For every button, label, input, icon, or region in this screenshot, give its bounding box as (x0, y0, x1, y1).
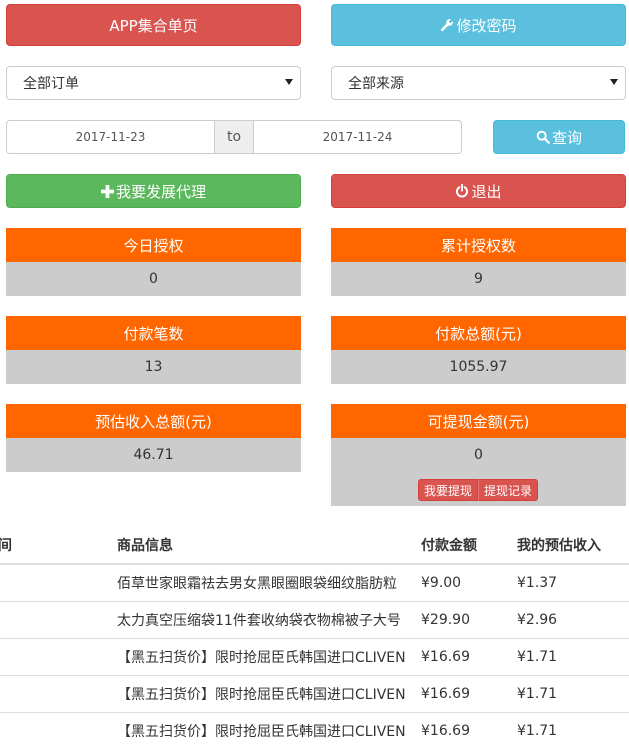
cell-income: ¥1.37 (509, 563, 629, 601)
withdraw-records-button[interactable]: 提现记录 (478, 479, 539, 501)
stat-label: 付款笔数 (6, 316, 301, 350)
stat-pay-count: 付款笔数 13 (6, 316, 301, 384)
cell-income: ¥2.96 (509, 600, 629, 638)
date-to-input[interactable]: 2017-11-24 (253, 120, 462, 154)
col-goods-header: 商品信息 (111, 526, 413, 565)
cell-time (0, 563, 111, 601)
source-filter-value: 全部来源 (348, 76, 404, 92)
date-from-input[interactable]: 2017-11-23 (6, 120, 215, 154)
stat-label: 累计授权数 (331, 228, 626, 262)
order-filter-value: 全部订单 (23, 76, 79, 92)
col-pay-header: 付款金额 (413, 526, 509, 565)
app-pages-label: APP集合单页 (109, 16, 198, 35)
cell-pay: ¥9.00 (413, 563, 509, 601)
col-time-header: 时间 (0, 526, 111, 565)
table-header-row: 时间 商品信息 付款金额 我的预估收入 (0, 526, 629, 565)
cell-time (0, 600, 111, 638)
logout-button[interactable]: 退出 (331, 174, 626, 208)
order-filter-select[interactable]: 全部订单 (6, 66, 301, 100)
cell-goods: 【黑五扫货价】限时抢屈臣氏韩国进口CLIVEN (111, 674, 413, 712)
app-pages-button[interactable]: APP集合单页 (6, 4, 301, 46)
stat-value: 13 (6, 350, 301, 384)
change-password-label: 修改密码 (456, 16, 517, 35)
stat-value: 1055.97 (331, 350, 626, 384)
stat-label: 可提现金额(元) (331, 404, 626, 438)
source-filter-select[interactable]: 全部来源 (331, 66, 626, 100)
cell-time (0, 711, 111, 747)
cell-goods: 佰草世家眼霜祛去男女黑眼圈眼袋细纹脂肪粒 (111, 563, 413, 601)
stat-value: 0 (6, 262, 301, 296)
date-range-separator: to (215, 120, 253, 154)
col-income-header: 我的预估收入 (509, 526, 629, 565)
table-row: 太力真空压缩袋11件套收纳袋衣物棉被子大号 ¥29.90 ¥2.96 (0, 600, 629, 638)
stat-value: 9 (331, 262, 626, 296)
stat-label: 今日授权 (6, 228, 301, 262)
change-password-button[interactable]: 修改密码 (331, 4, 626, 46)
table-row: 【黑五扫货价】限时抢屈臣氏韩国进口CLIVEN ¥16.69 ¥1.71 (0, 637, 629, 675)
stat-est-income: 预估收入总额(元) 46.71 (6, 404, 301, 472)
orders-table: 时间 商品信息 付款金额 我的预估收入 佰草世家眼霜祛去男女黑眼圈眼袋细纹脂肪粒… (0, 526, 629, 747)
cell-pay: ¥16.69 (413, 674, 509, 712)
cell-goods: 【黑五扫货价】限时抢屈臣氏韩国进口CLIVEN (111, 637, 413, 675)
table-row: 【黑五扫货价】限时抢屈臣氏韩国进口CLIVEN ¥16.69 ¥1.71 (0, 674, 629, 712)
date-from-value: 2017-11-23 (75, 130, 146, 144)
cell-pay: ¥16.69 (413, 637, 509, 675)
cell-time (0, 674, 111, 712)
stat-value: 46.71 (6, 438, 301, 472)
stat-pay-total: 付款总额(元) 1055.97 (331, 316, 626, 384)
cell-goods: 【黑五扫货价】限时抢屈臣氏韩国进口CLIVEN (111, 711, 413, 747)
search-label: 查询 (551, 128, 582, 147)
cell-income: ¥1.71 (509, 674, 629, 712)
stat-today-auth: 今日授权 0 (6, 228, 301, 296)
date-range: 2017-11-23 to 2017-11-24 (6, 120, 462, 154)
withdraw-button[interactable]: 我要提现 (418, 479, 479, 501)
logout-label: 退出 (471, 182, 502, 201)
cell-income: ¥1.71 (509, 637, 629, 675)
stat-label: 预估收入总额(元) (6, 404, 301, 438)
cell-pay: ¥29.90 (413, 600, 509, 638)
cell-pay: ¥16.69 (413, 711, 509, 747)
stat-total-auth: 累计授权数 9 (331, 228, 626, 296)
table-row: 佰草世家眼霜祛去男女黑眼圈眼袋细纹脂肪粒 ¥9.00 ¥1.37 (0, 563, 629, 601)
caret-down-icon (285, 79, 293, 85)
table-row: 【黑五扫货价】限时抢屈臣氏韩国进口CLIVEN ¥16.69 ¥1.71 (0, 711, 629, 747)
cell-time (0, 637, 111, 675)
caret-down-icon (610, 79, 618, 85)
plus-icon (100, 184, 114, 198)
search-icon (536, 130, 550, 144)
cell-goods: 太力真空压缩袋11件套收纳袋衣物棉被子大号 (111, 600, 413, 638)
date-to-value: 2017-11-24 (322, 130, 393, 144)
stat-label: 付款总额(元) (331, 316, 626, 350)
develop-agent-label: 我要发展代理 (115, 182, 206, 201)
power-icon (455, 184, 469, 198)
cell-income: ¥1.71 (509, 711, 629, 747)
wrench-icon (440, 18, 454, 32)
develop-agent-button[interactable]: 我要发展代理 (6, 174, 301, 208)
withdraw-button-group: 我要提现 提现记录 (418, 479, 539, 501)
search-button[interactable]: 查询 (493, 120, 625, 154)
